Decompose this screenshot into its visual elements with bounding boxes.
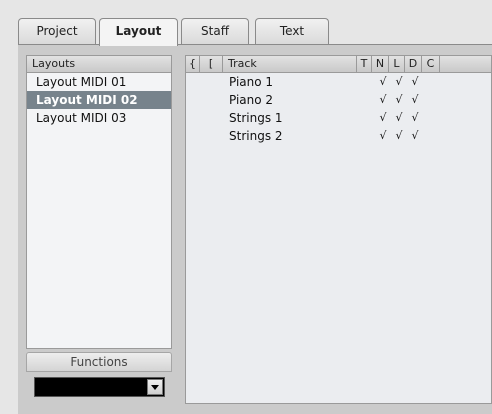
- checkmark-l[interactable]: √: [391, 73, 407, 91]
- column-header-l[interactable]: L: [389, 56, 405, 73]
- track-row[interactable]: Piano 2 √ √ √: [186, 91, 492, 109]
- track-row[interactable]: Strings 2 √ √ √: [186, 127, 492, 145]
- column-header-bracket[interactable]: [: [200, 56, 223, 73]
- checkmark-n[interactable]: √: [375, 91, 391, 109]
- track-row[interactable]: Piano 1 √ √ √: [186, 73, 492, 91]
- layouts-list[interactable]: Layout MIDI 01 Layout MIDI 02 Layout MID…: [26, 73, 172, 349]
- track-grid-body[interactable]: Piano 1 √ √ √ Piano 2 √ √ √ Strings 1 √ …: [185, 73, 492, 404]
- layouts-header: Layouts: [26, 55, 172, 73]
- column-header-track[interactable]: Track: [223, 56, 357, 73]
- checkmark-n[interactable]: √: [375, 127, 391, 145]
- layouts-section: Layouts Layout MIDI 01 Layout MIDI 02 La…: [26, 55, 172, 404]
- tab-project[interactable]: Project: [18, 18, 96, 45]
- track-grid: { [ Track T N L D C Piano 1 √ √ √ Piano …: [185, 55, 492, 404]
- column-header-t[interactable]: T: [357, 56, 372, 73]
- track-grid-header: { [ Track T N L D C: [185, 55, 492, 73]
- tab-staff[interactable]: Staff: [181, 18, 249, 45]
- checkmark-l[interactable]: √: [391, 127, 407, 145]
- chevron-down-icon[interactable]: [147, 379, 163, 395]
- checkmark-d[interactable]: √: [407, 109, 423, 127]
- column-header-c[interactable]: C: [422, 56, 440, 73]
- tab-layout[interactable]: Layout: [99, 18, 178, 46]
- column-header-brace[interactable]: {: [186, 56, 200, 73]
- track-row[interactable]: Strings 1 √ √ √: [186, 109, 492, 127]
- column-header-n[interactable]: N: [372, 56, 389, 73]
- tab-text[interactable]: Text: [255, 18, 329, 45]
- functions-label: Functions: [26, 352, 172, 372]
- checkmark-l[interactable]: √: [391, 91, 407, 109]
- checkmark-d[interactable]: √: [407, 91, 423, 109]
- functions-section: Functions: [26, 352, 172, 404]
- layout-item-midi-02[interactable]: Layout MIDI 02: [27, 91, 171, 109]
- checkmark-n[interactable]: √: [375, 109, 391, 127]
- checkmark-d[interactable]: √: [407, 73, 423, 91]
- checkmark-l[interactable]: √: [391, 109, 407, 127]
- checkmark-d[interactable]: √: [407, 127, 423, 145]
- tab-bar: Project Layout Staff Text: [18, 18, 492, 46]
- layout-item-midi-03[interactable]: Layout MIDI 03: [27, 109, 171, 127]
- layout-item-midi-01[interactable]: Layout MIDI 01: [27, 73, 171, 91]
- checkmark-n[interactable]: √: [375, 73, 391, 91]
- track-name: Piano 2: [229, 93, 274, 107]
- track-name: Strings 1: [229, 111, 283, 125]
- functions-dropdown[interactable]: [34, 377, 165, 397]
- track-name: Piano 1: [229, 75, 274, 89]
- column-header-d[interactable]: D: [405, 56, 422, 73]
- track-name: Strings 2: [229, 129, 283, 143]
